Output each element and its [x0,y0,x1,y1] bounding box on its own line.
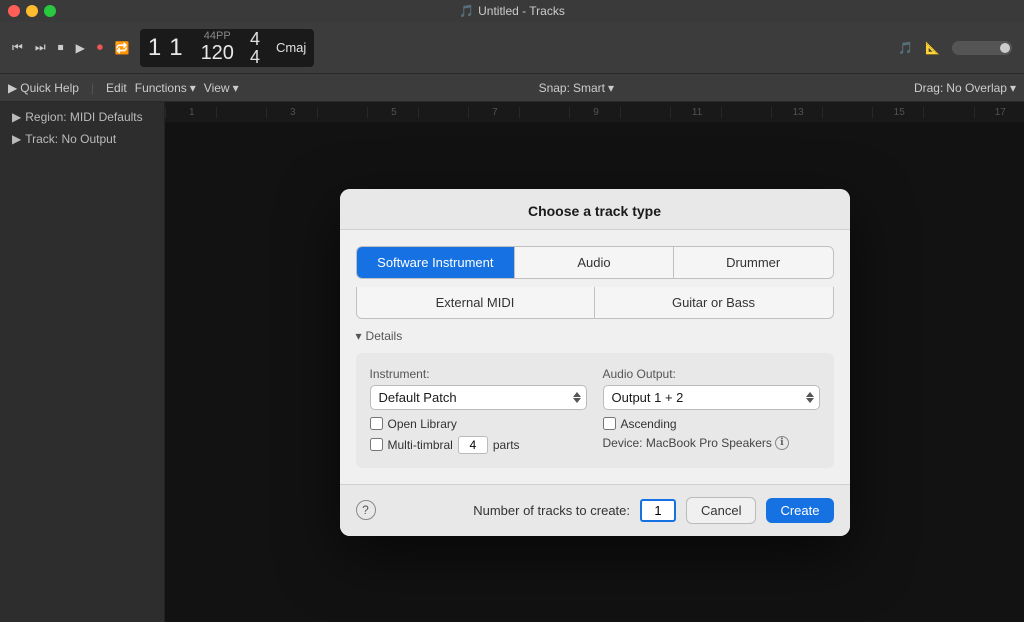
help-button[interactable]: ? [356,500,376,520]
bpm-label: 44PP [204,30,231,42]
time-sig-top: 4 [250,30,260,48]
main-toolbar: ⏮ ⏭ ⏹ ▶ ⏺ 🔁 1 1 44PP 120 4 4 Cmaj 🎵 📐 [0,22,1024,74]
misc-controls: 🎵 📐 [894,39,1016,57]
software-instrument-button[interactable]: Software Instrument [357,247,516,278]
sidebar-track: ▶ Track: No Output [0,128,164,150]
multi-timbral-label: Multi-timbral [388,438,453,452]
record-button[interactable]: ⏺ [93,38,107,57]
cancel-button[interactable]: Cancel [686,497,756,524]
details-content: Instrument: Default Patch [356,353,834,468]
instrument-select-wrapper: Default Patch [370,385,587,410]
track-type-grid-row2: External MIDI Guitar or Bass [356,287,834,319]
ascending-checkbox[interactable] [603,417,616,430]
instrument-select[interactable]: Default Patch [370,385,587,410]
device-info-icon[interactable]: ℹ [775,436,789,450]
audio-output-column: Audio Output: Output 1 + 2 [603,367,820,454]
instrument-column: Instrument: Default Patch [370,367,587,454]
key-display: Cmaj [276,40,306,55]
position-display: 1 1 [148,34,183,62]
transport-controls-group: ⏮ ⏭ ⏹ ▶ ⏺ 🔁 [8,38,134,57]
title-bar: 🎵 Untitled - Tracks [0,0,1024,22]
metronome-button[interactable]: 🎵 [894,39,917,57]
parts-label: parts [493,438,520,452]
multi-timbral-row: Multi-timbral parts [370,436,587,454]
modal-body: Software Instrument Audio Drummer Extern… [340,230,850,484]
drag-label: Drag: No Overlap ▾ [914,81,1016,95]
tracks-count-input[interactable] [640,499,676,522]
open-library-row: Open Library [370,417,587,431]
choose-track-type-modal: Choose a track type Software Instrument … [340,189,850,536]
sidebar-region: ▶ Region: MIDI Defaults [0,106,164,128]
parts-input[interactable] [458,436,488,454]
play-button[interactable]: ▶ [72,39,89,57]
audio-output-label: Audio Output: [603,367,820,381]
count-in-button[interactable]: 📐 [921,39,944,57]
modal-title: Choose a track type [356,203,834,219]
modal-overlay: Choose a track type Software Instrument … [165,102,1024,622]
cycle-button[interactable]: 🔁 [111,39,134,57]
edit-menu[interactable]: Edit [106,81,127,95]
modal-title-bar: Choose a track type [340,189,850,230]
transport-display: 1 1 44PP 120 4 4 Cmaj [140,29,314,67]
fullscreen-button[interactable] [44,5,56,17]
external-midi-button[interactable]: External MIDI [357,287,595,318]
details-section: ▾ Details Instrument: Default [356,329,834,468]
guitar-or-bass-button[interactable]: Guitar or Bass [595,287,833,318]
track-area: 1 3 5 7 9 11 13 15 17 [165,102,1024,622]
main-area: ▶ Region: MIDI Defaults ▶ Track: No Outp… [0,102,1024,622]
quick-help-toggle[interactable]: ▶ Quick Help [8,81,79,95]
snap-label: Snap: Smart ▾ [539,81,614,95]
audio-button[interactable]: Audio [515,247,674,278]
functions-menu[interactable]: Functions ▾ [135,81,196,95]
sidebar: ▶ Region: MIDI Defaults ▶ Track: No Outp… [0,102,165,622]
time-sig-bottom: 4 [250,48,260,66]
create-button[interactable]: Create [766,498,833,523]
minimize-button[interactable] [26,5,38,17]
stop-button[interactable]: ⏹ [54,38,68,57]
tracks-create-label: Number of tracks to create: [473,503,630,518]
open-library-label: Open Library [388,417,457,431]
secondary-toolbar: ▶ Quick Help | Edit Functions ▾ View ▾ S… [0,74,1024,102]
ascending-label: Ascending [621,417,677,431]
window-title: 🎵 Untitled - Tracks [459,4,565,18]
details-header[interactable]: ▾ Details [356,329,834,343]
ascending-row: Ascending [603,417,820,431]
rewind-button[interactable]: ⏮ [8,38,27,57]
audio-output-select[interactable]: Output 1 + 2 [603,385,820,410]
audio-output-select-wrapper: Output 1 + 2 [603,385,820,410]
open-library-checkbox[interactable] [370,417,383,430]
footer-right: Number of tracks to create: Cancel Creat… [473,497,833,524]
fast-forward-button[interactable]: ⏭ [31,38,50,57]
multi-timbral-checkbox[interactable] [370,438,383,451]
modal-footer: ? Number of tracks to create: Cancel Cre… [340,484,850,536]
device-info: Device: MacBook Pro Speakers ℹ [603,436,820,450]
details-columns: Instrument: Default Patch [370,367,820,454]
bpm-value: 120 [201,42,234,65]
view-menu[interactable]: View ▾ [204,81,239,95]
track-type-grid-row1: Software Instrument Audio Drummer [356,246,834,279]
traffic-lights [8,5,56,17]
instrument-label: Instrument: [370,367,587,381]
drummer-button[interactable]: Drummer [674,247,833,278]
close-button[interactable] [8,5,20,17]
